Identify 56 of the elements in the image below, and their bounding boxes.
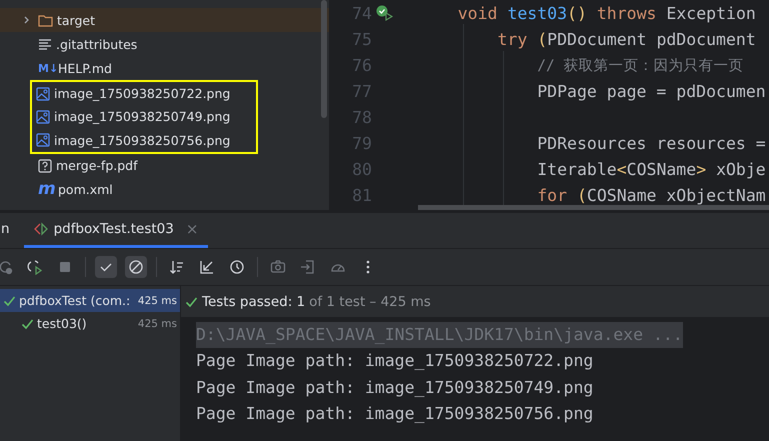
- test-name: test03(): [37, 316, 88, 331]
- console-line: Page Image path: image_1750938250756.png: [196, 402, 594, 425]
- code-line: // 获取第一页：因为只有一页: [536, 57, 744, 75]
- image-file-icon: [36, 86, 50, 101]
- test-run-icon: [34, 222, 48, 236]
- code-line: try (PDDocument pdDocument: [496, 30, 756, 48]
- code-line: for (COSName xObjectNam: [536, 186, 766, 204]
- collapse-icon: [199, 259, 215, 275]
- camera-icon: [270, 259, 286, 275]
- code-line: PDPage page = pdDocumen: [536, 82, 766, 100]
- text-file-icon: [38, 38, 52, 50]
- code-line: void test03() throws Exception: [456, 4, 756, 22]
- run-tab[interactable]: n: [0, 213, 24, 248]
- markdown-icon: M↓: [38, 62, 54, 74]
- code-line: Iterable<COSName> xObje: [536, 160, 766, 178]
- test-name: pdfboxTest (com.:: [19, 293, 132, 308]
- passed-check-icon: [3, 294, 16, 306]
- file-name[interactable]: target: [57, 12, 96, 28]
- test-duration: 425 ms: [138, 294, 177, 306]
- file-name[interactable]: .gitattributes: [56, 36, 138, 52]
- scrollbar[interactable]: [321, 0, 327, 118]
- console-line: Page Image path: image_1750938250722.png: [196, 350, 594, 372]
- horizontal-scrollbar[interactable]: [418, 205, 769, 210]
- test-tree-row[interactable]: pdfboxTest (com.: 425 ms: [0, 289, 180, 312]
- rerun-icon: [0, 259, 13, 275]
- show-passed-button[interactable]: [95, 256, 117, 278]
- stop-icon: [57, 259, 73, 275]
- run-tab[interactable]: pdfboxTest.test03 ×: [24, 213, 208, 248]
- folder-icon: [38, 14, 53, 26]
- excluded-folder-row[interactable]: target: [0, 8, 329, 32]
- image-file-icon: [36, 133, 50, 148]
- file-name[interactable]: merge-fp.pdf: [56, 158, 138, 174]
- file-name[interactable]: image_1750938250756.png: [54, 132, 230, 148]
- test-summary: of 1 test – 425 ms: [309, 294, 431, 310]
- code-line: PDResources resources =: [536, 134, 766, 152]
- maven-icon: m: [38, 181, 54, 198]
- file-name[interactable]: image_1750938250749.png: [54, 109, 230, 124]
- more-icon: [366, 260, 370, 274]
- sort-icon: [169, 259, 185, 275]
- import-icon: [300, 259, 316, 275]
- unknown-file-icon: [38, 158, 52, 173]
- tests-passed-label: Tests passed: 1: [202, 294, 306, 310]
- show-ignored-button[interactable]: [125, 256, 147, 278]
- test-passed-run-icon[interactable]: [376, 5, 394, 21]
- test-tree-row[interactable]: test03() 425 ms: [0, 312, 180, 335]
- console-line: Page Image path: image_1750938250749.png: [196, 376, 594, 399]
- rerun-failed-icon: [27, 259, 43, 275]
- test-duration: 425 ms: [138, 318, 177, 330]
- clock-icon: [229, 259, 245, 275]
- passed-check-icon: [185, 296, 198, 308]
- file-name[interactable]: HELP.md: [58, 60, 112, 76]
- image-file-icon: [36, 110, 50, 124]
- file-name[interactable]: image_1750938250722.png: [54, 86, 230, 102]
- passed-check-icon: [21, 318, 34, 330]
- ban-icon: [128, 259, 144, 275]
- file-name[interactable]: pom.xml: [58, 182, 113, 198]
